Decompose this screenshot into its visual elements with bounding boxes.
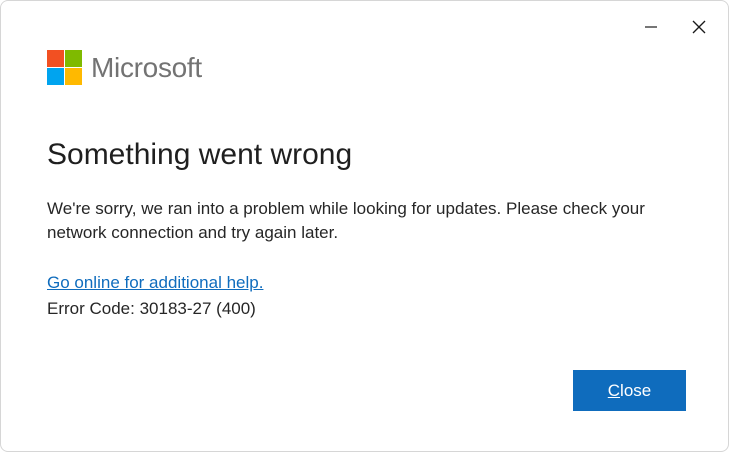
logo-square-green (65, 50, 82, 67)
logo-square-red (47, 50, 64, 67)
online-help-link[interactable]: Go online for additional help. (47, 271, 263, 295)
microsoft-logo: Microsoft (47, 50, 202, 85)
close-icon (692, 20, 706, 34)
logo-square-yellow (65, 68, 82, 85)
logo-square-blue (47, 68, 64, 85)
brand-name: Microsoft (91, 52, 202, 83)
minimize-icon (645, 26, 657, 28)
dialog-title: Something went wrong (47, 138, 353, 171)
minimize-button[interactable] (629, 9, 673, 45)
close-button[interactable]: Close (573, 370, 686, 411)
close-button-label: lose (620, 380, 652, 400)
error-code-text: Error Code: 30183-27 (400) (47, 299, 256, 318)
error-message: We're sorry, we ran into a problem while… (47, 199, 645, 242)
error-dialog-window: Microsoft Something went wrong We're sor… (0, 0, 729, 452)
microsoft-logo-icon (47, 50, 82, 85)
window-close-button[interactable] (677, 9, 721, 45)
close-button-mnemonic: C (607, 380, 621, 400)
